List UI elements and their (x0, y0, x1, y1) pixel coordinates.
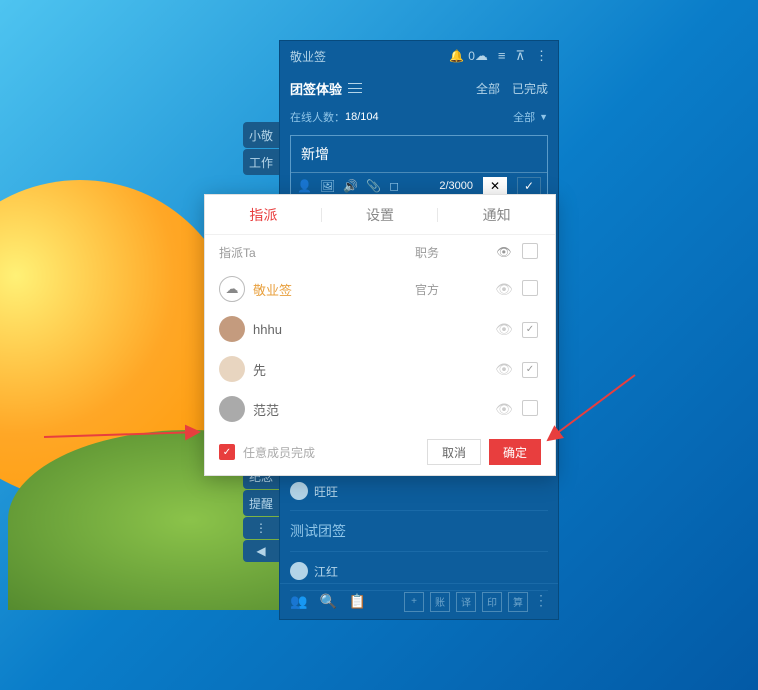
online-count: 18/104 (345, 111, 379, 123)
section-title: 团签体验 (290, 79, 342, 98)
eye-icon[interactable]: 👁 (489, 401, 519, 418)
avatar (219, 356, 245, 382)
sidebar-tabs: 小敬 工作 (243, 122, 279, 175)
char-count: 2/3000 (439, 180, 473, 192)
cancel-x-button[interactable]: ✕ (483, 177, 507, 195)
member-row-0[interactable]: ☁ 敬业签 官方 👁 (205, 269, 555, 309)
tab-settings[interactable]: 设置 (322, 195, 439, 234)
bb-3[interactable]: 印 (482, 592, 502, 612)
bb-2[interactable]: 译 (456, 592, 476, 612)
member-checkbox[interactable] (522, 322, 538, 338)
content-item-test[interactable]: 测试团签 (290, 511, 548, 552)
member-name: 先 (253, 360, 415, 379)
popup-header-row: 指派Ta 职务 👁 (205, 235, 555, 269)
member-name: 范范 (253, 400, 415, 419)
member-row-2[interactable]: 先 👁 (205, 349, 555, 389)
bottom-more-icon[interactable]: ⋮ (534, 592, 548, 612)
member-row-3[interactable]: 范范 👁 (205, 389, 555, 429)
new-item-box: 新增 👤 🖼 🔊 📎 ◻ 2/3000 ✕ ✓ (290, 135, 548, 200)
test-label: 测试团签 (290, 521, 346, 541)
eye-icon[interactable]: 👁 (489, 281, 519, 298)
sidebar-tab-4[interactable]: 提醒 (243, 490, 279, 516)
sidebar-tabs-lower: 纪念 提醒 ⋮ ◀ (243, 463, 279, 562)
section-menu-icon[interactable] (348, 83, 362, 93)
member-name: 敬业签 (253, 280, 415, 299)
bb-4[interactable]: 算 (508, 592, 528, 612)
app-header: 敬业签 🔔 0 ☁ ≡ ⊼ ⋮ (280, 41, 558, 71)
pin-icon[interactable]: ⊼ (515, 48, 525, 64)
member-checkbox[interactable] (522, 280, 538, 296)
search-icon[interactable]: 🔍 (319, 593, 336, 610)
avatar (290, 482, 308, 500)
member-name: hhhu (253, 322, 415, 337)
eye-icon: 👁 (489, 245, 519, 259)
tab-notify[interactable]: 通知 (438, 195, 555, 234)
member-checkbox[interactable] (522, 400, 538, 416)
col-name: 指派Ta (219, 244, 415, 261)
bottom-bar: 👥 🔍 📋 + 账 译 印 算 ⋮ (280, 583, 558, 619)
section-bar: 团签体验 全部 已完成 (280, 71, 558, 105)
avatar (219, 396, 245, 422)
square-icon[interactable]: ◻ (389, 179, 399, 193)
online-bar: 在线人数： 18/104 全部 ▼ (280, 105, 558, 129)
member-checkbox[interactable] (522, 362, 538, 378)
online-label: 在线人数： (290, 109, 345, 125)
item-user: 江红 (314, 563, 338, 580)
bell-count: 0 (468, 49, 475, 63)
cloud-icon[interactable]: ☁ (475, 48, 488, 64)
filter-done[interactable]: 已完成 (512, 80, 548, 97)
avatar (219, 316, 245, 342)
bb-1[interactable]: 账 (430, 592, 450, 612)
tab-assign[interactable]: 指派 (205, 195, 322, 234)
any-member-label: 任意成员完成 (243, 444, 419, 461)
plus-button[interactable]: + (404, 592, 424, 612)
member-role: 官方 (415, 281, 489, 298)
popup-footer: ✓ 任意成员完成 取消 确定 (205, 429, 555, 475)
content-item-1[interactable]: 旺旺 (290, 472, 548, 511)
more-icon[interactable]: ⋮ (535, 48, 548, 64)
online-filter[interactable]: 全部 (513, 109, 535, 125)
avatar (290, 562, 308, 580)
sidebar-collapse[interactable]: ◀ (243, 540, 279, 562)
people-icon[interactable]: 👥 (290, 593, 307, 610)
member-row-1[interactable]: hhhu 👁 (205, 309, 555, 349)
col-role: 职务 (415, 244, 489, 261)
chevron-down-icon[interactable]: ▼ (539, 112, 548, 122)
cancel-button[interactable]: 取消 (427, 439, 481, 465)
item-user: 旺旺 (314, 483, 338, 500)
annotation-arrow-left (44, 423, 204, 441)
attach-icon[interactable]: 📎 (366, 179, 381, 193)
calendar-icon[interactable]: 📋 (349, 593, 366, 610)
person-icon[interactable]: 👤 (297, 179, 312, 193)
confirm-button[interactable]: 确定 (489, 439, 541, 465)
sidebar-tab-0[interactable]: 小敬 (243, 122, 279, 148)
eye-icon[interactable]: 👁 (489, 361, 519, 378)
eye-icon[interactable]: 👁 (489, 321, 519, 338)
sidebar-tab-1[interactable]: 工作 (243, 149, 279, 175)
menu-icon[interactable]: ≡ (498, 48, 506, 64)
annotation-arrow-right (540, 370, 640, 450)
bell-icon[interactable]: 🔔 (449, 49, 464, 63)
app-title: 敬业签 (290, 48, 443, 65)
assign-popup: 指派 设置 通知 指派Ta 职务 👁 ☁ 敬业签 官方 👁 hhhu 👁 先 👁… (204, 194, 556, 476)
sidebar-more[interactable]: ⋮ (243, 517, 279, 539)
confirm-check-button[interactable]: ✓ (517, 177, 541, 195)
image-icon[interactable]: 🖼 (320, 179, 335, 193)
check-all[interactable] (522, 243, 538, 259)
filter-all[interactable]: 全部 (476, 80, 500, 97)
sound-icon[interactable]: 🔊 (343, 179, 358, 193)
any-member-checkbox[interactable]: ✓ (219, 444, 235, 460)
popup-tabs: 指派 设置 通知 (205, 195, 555, 235)
avatar-cloud: ☁ (219, 276, 245, 302)
new-item-title[interactable]: 新增 (291, 136, 547, 173)
